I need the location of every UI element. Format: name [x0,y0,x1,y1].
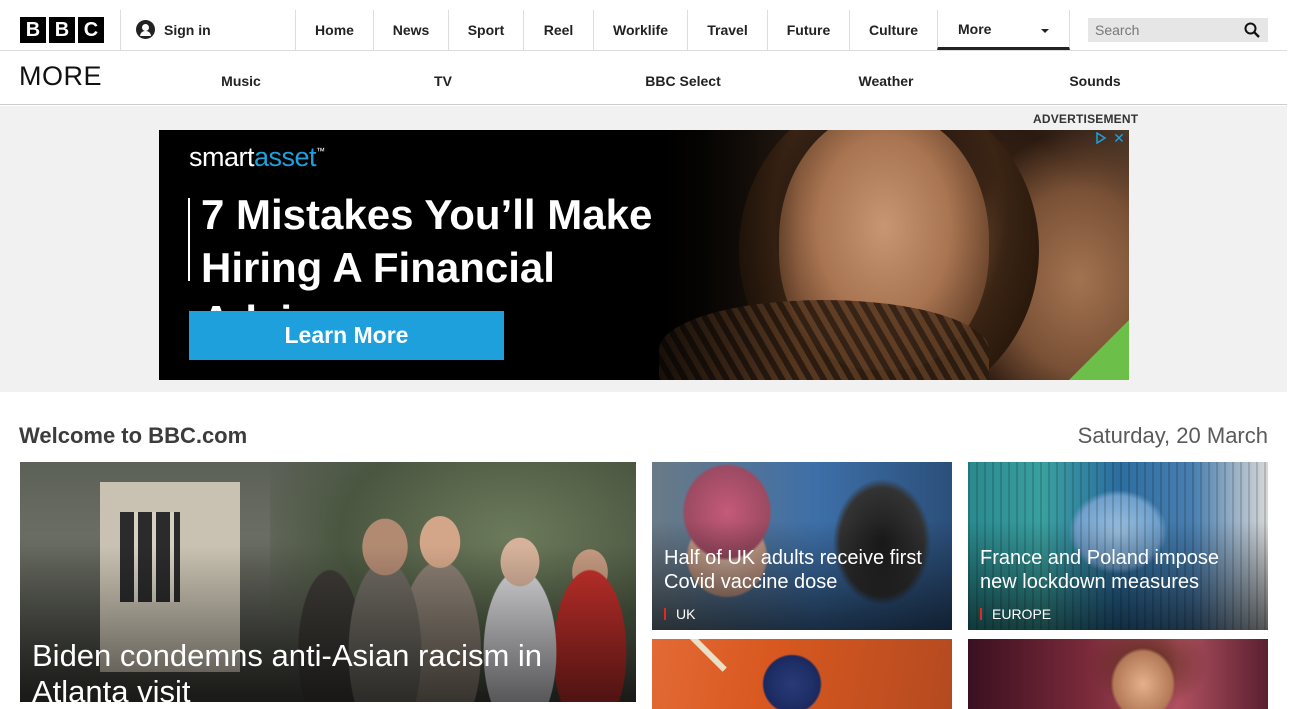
sign-in-link[interactable]: Sign in [136,20,211,39]
nav-item-reel[interactable]: Reel [523,10,593,50]
nav-item-worklife[interactable]: Worklife [593,10,687,50]
sign-in-label: Sign in [164,21,211,38]
current-date: Saturday, 20 March [1077,423,1268,448]
nav-item-home[interactable]: Home [295,10,373,50]
story-card-europe[interactable]: France and Poland impose new lockdown me… [968,462,1268,630]
logo-letter: B [49,17,75,43]
close-icon[interactable]: ✕ [1112,131,1126,145]
story-image [968,639,1268,709]
subnav-item-tv[interactable]: TV [434,73,452,89]
advertisement-banner[interactable]: smartasset™ 7 Mistakes You’ll Make Hirin… [159,130,1129,380]
ad-accent-bar [188,198,190,281]
search-input[interactable] [1088,18,1238,42]
brand-trademark: ™ [316,146,325,156]
story-title[interactable]: France and Poland impose new lockdown me… [980,546,1256,594]
sub-navigation-bar: MORE Music TV BBC Select Weather Sounds [0,51,1287,105]
brand-part1: smart [189,142,255,172]
nav-item-sport[interactable]: Sport [448,10,523,50]
section-title: MORE [19,61,102,91]
nav-item-future[interactable]: Future [767,10,849,50]
learn-more-button[interactable]: Learn More [189,311,504,360]
smartasset-logo: smartasset™ [189,142,325,173]
story-title[interactable]: Half of UK adults receive first Covid va… [664,546,940,594]
nav-item-more[interactable]: More [937,10,1070,50]
advertisement-section: ADVERTISEMENT smartasset™ 7 Mistakes You… [0,106,1287,392]
nav-item-travel[interactable]: Travel [687,10,767,50]
chevron-down-icon [1041,29,1049,33]
main-nav: Home News Sport Reel Worklife Travel Fut… [295,10,1070,50]
subnav-item-sounds[interactable]: Sounds [1069,73,1120,89]
subnav-item-bbc-select[interactable]: BBC Select [645,73,720,89]
logo-letter: C [78,17,104,43]
ad-headline-line1: 7 Mistakes You’ll Make [201,191,653,238]
story-card-music[interactable] [968,639,1268,709]
subnav-item-music[interactable]: Music [221,73,261,89]
ad-corner-accent [1069,320,1129,380]
brand-part2: asset [254,142,317,172]
logo-letter: B [20,17,46,43]
nav-item-culture[interactable]: Culture [849,10,937,50]
search-box [1088,18,1268,42]
advertisement-label: ADVERTISEMENT [1033,112,1139,126]
subnav-item-weather[interactable]: Weather [859,73,914,89]
story-title[interactable]: Biden condemns anti-Asian racism in Atla… [32,638,624,702]
user-icon [136,20,155,39]
nav-item-news[interactable]: News [373,10,448,50]
divider [120,10,121,50]
more-label: More [958,20,992,37]
story-image [652,639,952,709]
welcome-heading: Welcome to BBC.com [19,423,248,448]
top-navigation-bar: B B C Sign in Home News Sport Reel Workl… [0,0,1287,51]
story-card-cricket[interactable] [652,639,952,709]
bbc-logo[interactable]: B B C [20,17,104,43]
story-card-main[interactable]: Biden condemns anti-Asian racism in Atla… [20,462,636,702]
search-icon[interactable] [1244,22,1260,38]
story-tag[interactable]: EUROPE [980,607,1051,621]
story-card-uk[interactable]: Half of UK adults receive first Covid va… [652,462,952,630]
story-tag[interactable]: UK [664,607,695,621]
adchoices-icon[interactable] [1095,132,1107,144]
